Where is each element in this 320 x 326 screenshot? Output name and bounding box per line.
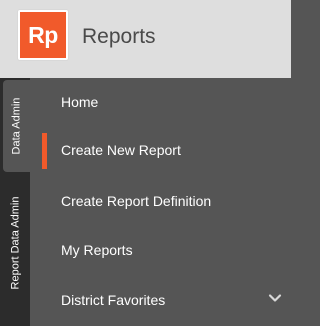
- menu-item-label: Create New Report: [61, 142, 181, 158]
- menu-item-my-reports[interactable]: My Reports: [30, 226, 291, 274]
- nav-menu: Home Create New Report Create Report Def…: [30, 78, 291, 326]
- menu-item-create-new-report[interactable]: Create New Report: [30, 126, 291, 174]
- menu-item-district-favorites[interactable]: District Favorites: [30, 276, 291, 324]
- menu-item-label: District Favorites: [61, 292, 166, 308]
- chevron-down-icon[interactable]: [267, 290, 283, 306]
- reports-logo[interactable]: Rp: [18, 10, 68, 60]
- tab-report-data-admin-label: Report Data Admin: [9, 196, 21, 290]
- menu-item-home[interactable]: Home: [30, 78, 291, 126]
- menu-item-label: My Reports: [61, 242, 133, 258]
- app-title: Reports: [82, 25, 156, 48]
- selected-indicator: [42, 133, 47, 169]
- menu-item-label: Create Report Definition: [61, 193, 212, 209]
- app-header: Rp Reports: [0, 0, 291, 78]
- menu-item-label: Home: [61, 94, 99, 110]
- menu-item-create-report-definition[interactable]: Create Report Definition: [30, 177, 291, 225]
- tab-data-admin[interactable]: Data Admin: [3, 80, 30, 172]
- vertical-tab-rail: Data Admin Report Data Admin: [0, 78, 30, 326]
- tab-data-admin-label: Data Admin: [10, 97, 23, 155]
- tab-report-data-admin[interactable]: Report Data Admin: [0, 178, 30, 308]
